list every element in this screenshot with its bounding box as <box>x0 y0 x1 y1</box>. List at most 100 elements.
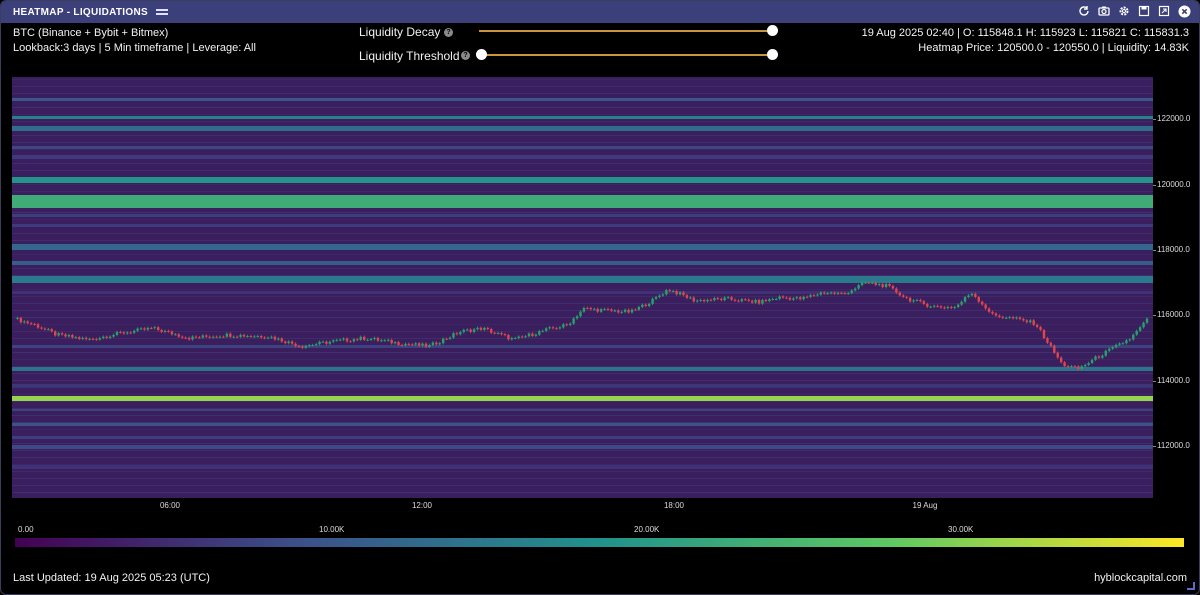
candle-body <box>177 334 180 337</box>
candle-body <box>1029 320 1032 323</box>
colorbar-tick-label: 0.00 <box>18 525 34 534</box>
save-icon[interactable] <box>1137 4 1151 18</box>
candle-body <box>373 337 376 340</box>
refresh-icon[interactable] <box>1077 4 1091 18</box>
candle-body <box>445 338 448 340</box>
candle-body <box>541 330 544 332</box>
candle-body <box>1077 366 1080 369</box>
candle-body <box>490 329 493 333</box>
candle-body <box>64 334 67 337</box>
candle-body <box>562 324 565 328</box>
decay-slider-track[interactable] <box>479 30 773 32</box>
threshold-slider-min-thumb[interactable] <box>476 49 487 60</box>
candle-body <box>136 328 139 331</box>
candle-body <box>579 311 582 317</box>
candle-body <box>266 337 270 339</box>
candle-body <box>819 292 823 295</box>
candle-body <box>1101 355 1104 358</box>
candle-body <box>1114 344 1118 348</box>
candle-body <box>805 296 809 298</box>
candle-body <box>517 336 520 339</box>
candle-body <box>586 307 589 309</box>
candle-body <box>84 337 88 340</box>
candle-body <box>582 307 586 312</box>
threshold-help-icon[interactable]: ? <box>461 51 470 60</box>
candle-body <box>507 335 510 340</box>
candle-body <box>668 290 671 292</box>
candle-body <box>943 307 946 309</box>
candle-body <box>1022 318 1025 321</box>
candle-body <box>840 292 843 294</box>
candle-body <box>950 306 953 308</box>
candle-body <box>314 344 318 346</box>
candle-body <box>29 323 33 325</box>
candle-body <box>847 293 850 295</box>
colorbar-tick-label: 10.00K <box>319 525 345 534</box>
candle-body <box>1070 366 1073 368</box>
candle-body <box>393 342 397 344</box>
candle-body <box>225 333 229 337</box>
candle-body <box>781 296 785 298</box>
candle-body <box>665 290 668 295</box>
y-tick-label: 116000.0 <box>1157 310 1190 320</box>
candle-body <box>816 294 819 296</box>
gear-icon[interactable] <box>1117 4 1131 18</box>
candle-body <box>435 342 438 345</box>
candle-body <box>850 290 853 294</box>
candle-body <box>775 298 778 300</box>
candle-body <box>81 337 84 339</box>
candle-body <box>242 334 246 337</box>
candle-body <box>112 334 115 337</box>
candle-body <box>411 344 414 346</box>
candle-body <box>479 327 483 330</box>
candle-body <box>345 338 349 342</box>
candle-body <box>912 300 915 302</box>
candle-body <box>50 329 53 332</box>
candle-body <box>1135 330 1138 335</box>
camera-icon[interactable] <box>1097 4 1111 18</box>
candle-body <box>160 330 163 332</box>
candle-body <box>239 334 242 337</box>
candle-body <box>754 299 757 303</box>
expand-icon[interactable] <box>1157 4 1171 18</box>
candle-body <box>146 327 150 330</box>
candle-body <box>534 334 538 336</box>
x-tick-label: 06:00 <box>159 501 181 510</box>
candle-body <box>874 282 877 285</box>
threshold-slider-max-thumb[interactable] <box>767 49 778 60</box>
candle-body <box>483 327 486 330</box>
candle-body <box>761 299 764 304</box>
candle-body <box>812 295 816 297</box>
candle-body <box>1111 347 1114 349</box>
candle-body <box>421 343 424 346</box>
candle-body <box>328 341 332 344</box>
symbol-info: BTC (Binance + Bybit + Bitmex) <box>13 27 169 39</box>
candle-body <box>998 315 1001 317</box>
resize-handle[interactable] <box>1187 582 1195 590</box>
decay-help-icon[interactable]: ? <box>444 28 453 37</box>
candle-body <box>352 339 356 342</box>
candle-body <box>960 301 963 305</box>
candle-body <box>431 342 435 345</box>
close-icon[interactable] <box>1177 4 1191 18</box>
candle-body <box>1039 327 1042 330</box>
candle-body <box>809 295 812 297</box>
colorbar-tick-label: 30.00K <box>948 525 974 534</box>
candle-body <box>1025 320 1029 323</box>
candle-body <box>1035 324 1039 328</box>
y-tick-label: 114000.0 <box>1157 375 1190 385</box>
heatmap-plot[interactable] <box>12 77 1153 498</box>
window-toolbar <box>1077 4 1191 18</box>
candle-body <box>867 282 871 284</box>
candle-body <box>689 297 692 299</box>
candle-body <box>222 336 225 338</box>
candle-body <box>1001 316 1004 318</box>
decay-slider-thumb[interactable] <box>767 25 778 36</box>
brand-link[interactable]: hyblockcapital.com <box>1094 572 1187 584</box>
candle-body <box>1128 339 1132 341</box>
settings-sliders-icon[interactable] <box>155 7 168 17</box>
threshold-slider-track[interactable] <box>481 54 773 56</box>
candle-body <box>647 303 651 307</box>
candle-body <box>1032 320 1035 325</box>
candle-body <box>157 327 160 331</box>
